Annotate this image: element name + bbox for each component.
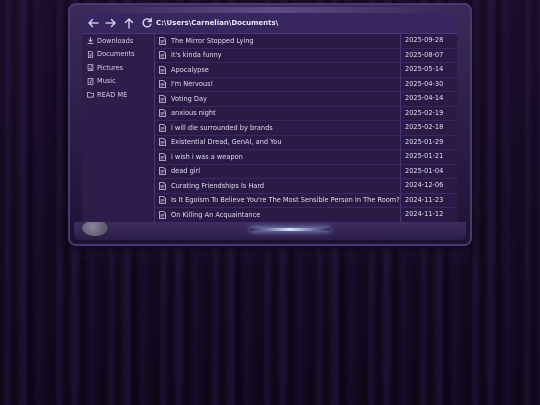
document-icon — [158, 80, 167, 89]
file-row[interactable]: Curating Friendships Is Hard 2024-12-06 — [155, 179, 457, 194]
arrow-left-icon — [88, 18, 99, 28]
file-row[interactable]: Voting Day 2025-04-14 — [155, 92, 457, 107]
file-row[interactable]: On Killing An Acquaintance 2024-11-12 — [155, 208, 457, 222]
file-row[interactable]: Existential Dread, GenAI, and You 2025-0… — [155, 135, 457, 150]
forward-button[interactable] — [102, 14, 120, 32]
sidebar-item-label: READ ME — [97, 90, 128, 99]
document-icon — [158, 181, 167, 190]
file-name: Apocalypse — [171, 65, 209, 74]
sidebar-item-read-me[interactable]: READ ME — [82, 88, 154, 102]
document-icon — [158, 167, 167, 176]
file-name: it's kinda funny — [171, 51, 222, 60]
file-row[interactable]: anxious night 2025-02-19 — [155, 106, 457, 121]
document-icon — [158, 94, 167, 103]
address-bar[interactable]: C:\Users\Carnelian\Documents\ — [156, 13, 457, 33]
document-icon — [158, 51, 167, 60]
document-icon — [158, 138, 167, 147]
file-name: On Killing An Acquaintance — [171, 210, 261, 219]
file-date: 2025-02-19 — [400, 106, 457, 120]
file-row[interactable]: Apocalypse 2025-05-14 — [155, 63, 457, 78]
file-name: i wish i was a weapon — [171, 152, 243, 161]
file-row[interactable]: i will die surrounded by brands 2025-02-… — [155, 121, 457, 136]
document-icon — [158, 36, 167, 45]
file-date: 2025-09-28 — [400, 34, 457, 48]
sidebar-item-downloads[interactable]: Downloads — [82, 34, 154, 48]
file-date: 2025-04-30 — [400, 77, 457, 91]
monitor-logo-badge — [82, 220, 108, 236]
download-icon — [86, 37, 94, 45]
sidebar-item-label: Music — [97, 77, 116, 86]
file-name: Voting Day — [171, 94, 207, 103]
refresh-button[interactable] — [138, 14, 156, 32]
file-name: The Mirror Stopped Lying — [171, 36, 254, 45]
file-date: 2025-01-04 — [400, 164, 457, 178]
file-row[interactable]: I'm Nervous! 2025-04-30 — [155, 77, 457, 92]
document-icon — [158, 152, 167, 161]
desk-reflection — [70, 246, 470, 266]
document-icon — [158, 196, 167, 205]
file-name: Curating Friendships Is Hard — [171, 181, 265, 190]
file-row[interactable]: dead girl 2025-01-04 — [155, 164, 457, 179]
power-light — [250, 228, 330, 231]
document-icon — [158, 123, 167, 132]
file-name: I'm Nervous! — [171, 80, 214, 89]
arrow-up-icon — [124, 18, 134, 29]
file-date: 2025-04-14 — [400, 92, 457, 106]
file-row[interactable]: it's kinda funny 2025-08-07 — [155, 48, 457, 63]
document-icon — [158, 210, 167, 219]
file-name: dead girl — [171, 167, 201, 176]
file-list: The Mirror Stopped Lying 2025-09-28 it's… — [155, 34, 457, 222]
file-name: Is It Egoism To Believe You're The Most … — [171, 196, 400, 205]
file-row[interactable]: The Mirror Stopped Lying 2025-09-28 — [155, 34, 457, 49]
sidebar-item-label: Documents — [97, 50, 135, 59]
file-date: 2025-02-18 — [400, 121, 457, 135]
file-date: 2025-01-29 — [400, 135, 457, 149]
back-button[interactable] — [84, 14, 102, 32]
sidebar-item-documents[interactable]: Documents — [82, 48, 154, 62]
sidebar-item-label: Pictures — [97, 63, 124, 72]
file-name: Existential Dread, GenAI, and You — [171, 138, 282, 147]
monitor-bezel — [74, 220, 466, 240]
sidebar-item-label: Downloads — [97, 36, 134, 45]
address-path: C:\Users\Carnelian\Documents\ — [156, 19, 279, 27]
arrow-right-icon — [105, 18, 116, 28]
file-name: anxious night — [171, 109, 216, 118]
file-name: i will die surrounded by brands — [171, 123, 273, 132]
file-date: 2025-08-07 — [400, 48, 457, 62]
file-row[interactable]: Is It Egoism To Believe You're The Most … — [155, 193, 457, 208]
file-row[interactable]: i wish i was a weapon 2025-01-21 — [155, 150, 457, 165]
file-date: 2025-01-21 — [400, 150, 457, 164]
up-button[interactable] — [120, 14, 138, 32]
sidebar: Downloads Documents Pictures Music READ … — [82, 34, 155, 222]
toolbar: C:\Users\Carnelian\Documents\ — [82, 13, 457, 34]
document-icon — [158, 109, 167, 118]
sidebar-item-pictures[interactable]: Pictures — [82, 61, 154, 75]
sidebar-item-music[interactable]: Music — [82, 75, 154, 89]
file-date: 2025-05-14 — [400, 63, 457, 77]
file-date: 2024-11-12 — [400, 208, 457, 222]
music-icon — [86, 77, 94, 85]
picture-icon — [86, 64, 94, 72]
file-date: 2024-11-23 — [400, 193, 457, 207]
folder-icon — [86, 91, 94, 99]
file-explorer-window: C:\Users\Carnelian\Documents\ Downloads … — [82, 13, 457, 222]
document-icon — [86, 50, 94, 58]
document-icon — [158, 65, 167, 74]
refresh-icon — [142, 17, 152, 28]
file-date: 2024-12-06 — [400, 179, 457, 193]
